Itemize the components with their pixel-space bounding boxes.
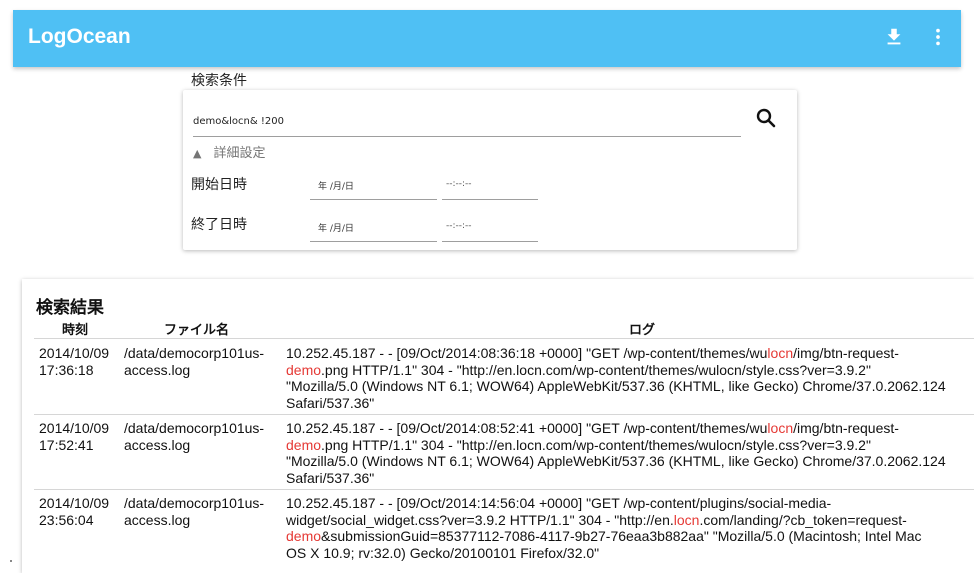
row-log: 10.252.45.187 - - [09/Oct/2014:08:36:18 … [286,345,946,411]
row-log: 10.252.45.187 - - [09/Oct/2014:14:56:04 … [286,495,922,561]
row-file-name: /data/democorp101us-access.log [124,420,265,453]
search-icon[interactable] [751,106,781,130]
triangle-up-icon: ▲ [193,147,202,160]
download-icon[interactable] [883,26,905,48]
end-time-input[interactable]: --:--:-- [442,214,538,242]
start-time-input[interactable]: --:--:-- [442,172,538,200]
search-card: ▲ 詳細設定 開始日時 年 /月/日 --:--:-- 終了日時 年 /月/日 -… [183,90,797,250]
advanced-settings-toggle[interactable]: ▲ 詳細設定 [193,142,265,161]
search-conditions-label: 検索条件 [191,73,247,89]
end-datetime-label: 終了日時 [191,217,247,233]
scroll-indicator [10,560,12,562]
search-input[interactable] [193,106,741,137]
results-card: 検索結果 時刻 ファイル名 ログ 2014/10/09 17:36:18/data… [22,279,974,573]
column-header-file: ファイル名 [164,323,230,338]
start-datetime-label: 開始日時 [191,177,247,193]
app-title: LogOcean [28,25,131,48]
row-time: 2014/10/09 17:36:18 [39,345,110,378]
results-title: 検索結果 [36,298,104,318]
row-log: 10.252.45.187 - - [09/Oct/2014:08:52:41 … [286,420,946,486]
app-bar: LogOcean [13,10,961,67]
end-date-input[interactable]: 年 /月/日 [310,214,437,242]
row-time: 2014/10/09 17:52:41 [39,420,110,453]
advanced-settings-label: 詳細設定 [213,146,266,161]
row-file-name: /data/democorp101us-access.log [124,345,265,378]
table-row: 2014/10/09 17:52:41/data/democorp101us-ac… [22,414,974,489]
table-row: 2014/10/09 17:36:18/data/democorp101us-ac… [22,339,974,414]
column-header-log: ログ [629,323,656,338]
row-time: 2014/10/09 23:56:04 [39,495,110,528]
row-file-name: /data/democorp101us-access.log [124,495,265,528]
start-date-input[interactable]: 年 /月/日 [310,172,437,200]
table-row: 2014/10/09 23:56:04/data/democorp101us-ac… [22,489,974,564]
column-header-time: 時刻 [62,323,89,338]
more-vert-icon[interactable] [927,26,949,48]
